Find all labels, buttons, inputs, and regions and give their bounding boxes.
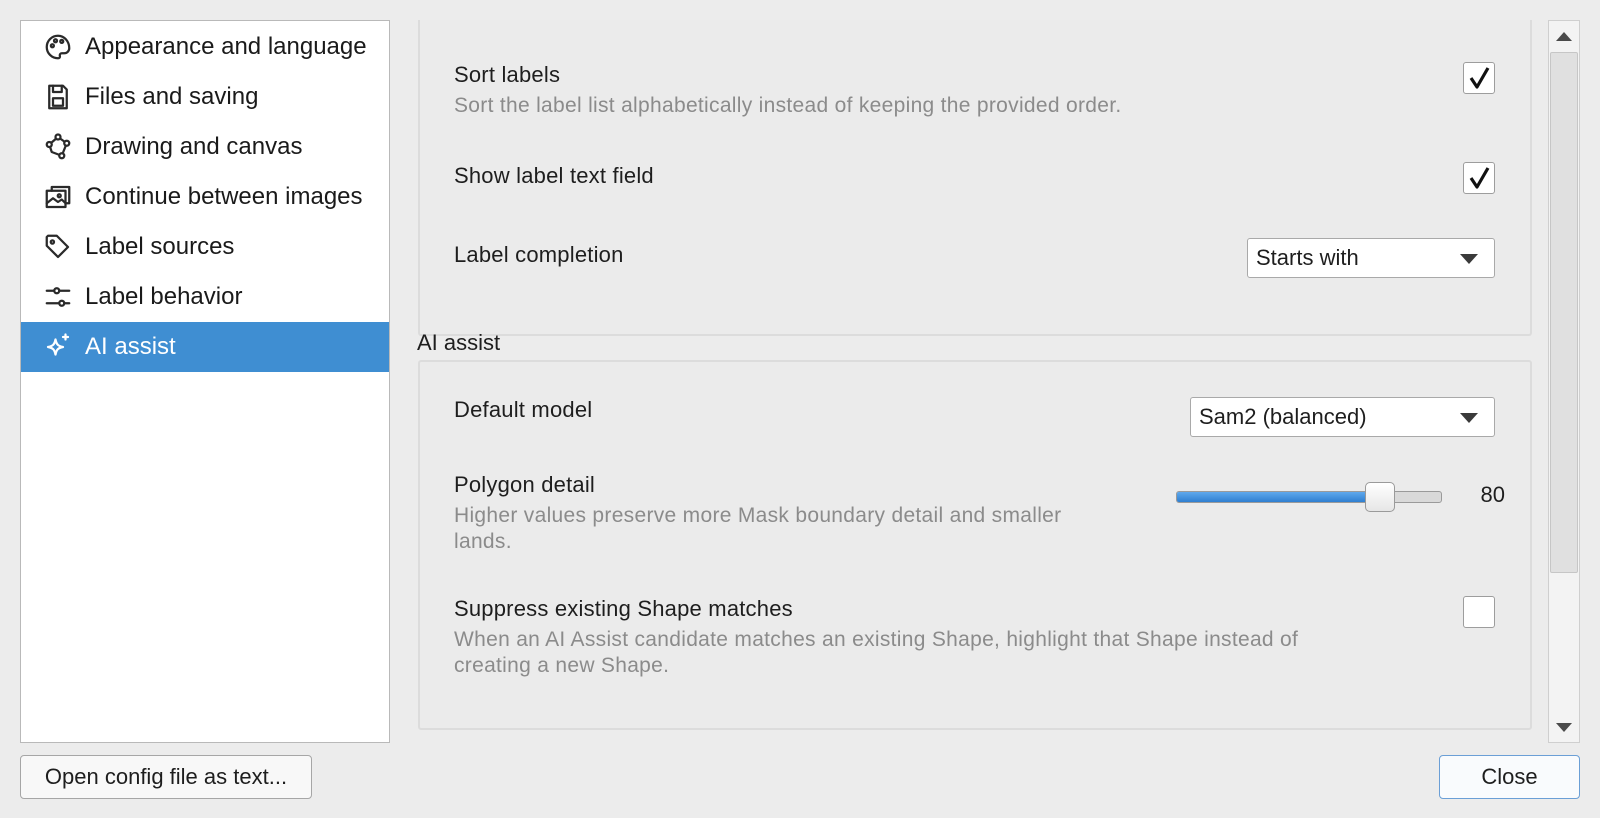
sort-labels-checkbox[interactable] <box>1463 62 1495 94</box>
sidebar-item-label-behavior[interactable]: Label behavior <box>21 272 389 322</box>
sidebar-item-label: Drawing and canvas <box>85 133 303 160</box>
sliders-icon <box>43 282 73 312</box>
default-model-label: Default model <box>454 397 593 422</box>
default-model-select[interactable]: Sam2 (balanced) <box>1190 397 1495 437</box>
polygon-detail-description: Higher values preserve more Mask boundar… <box>454 504 1062 527</box>
polygon-detail-slider-handle[interactable] <box>1364 482 1395 512</box>
sidebar-item-continue[interactable]: Continue between images <box>21 172 389 222</box>
arrow-up-icon <box>1556 31 1572 41</box>
open-config-button[interactable]: Open config file as text... <box>20 755 312 799</box>
sidebar-item-label: Appearance and language <box>85 33 367 60</box>
settings-content: Sort labels Sort the label list alphabet… <box>410 20 1537 743</box>
label-completion-select[interactable]: Starts with <box>1247 238 1495 278</box>
suppress-matches-label: Suppress existing Shape matches <box>454 596 793 621</box>
sort-labels-label: Sort labels <box>454 62 561 87</box>
polygon-detail-description-cont: lands. <box>454 530 512 553</box>
sidebar-item-label: Label behavior <box>85 283 243 310</box>
sidebar-item-label: Continue between images <box>85 183 363 210</box>
show-label-text-field-checkbox[interactable] <box>1463 162 1495 194</box>
ai-assist-group-title: AI assist <box>417 330 501 355</box>
checkmark-icon <box>1469 67 1490 89</box>
suppress-matches-checkbox[interactable] <box>1463 596 1495 628</box>
sidebar-item-label: Files and saving <box>85 83 259 110</box>
sidebar-item-label: Label sources <box>85 233 235 260</box>
settings-sidebar: Appearance and language Files and saving… <box>20 20 390 743</box>
label-completion-label: Label completion <box>454 242 624 267</box>
show-label-text-field-label: Show label text field <box>454 163 654 188</box>
tag-icon <box>43 232 73 262</box>
sidebar-item-ai-assist[interactable]: AI assist <box>21 322 389 372</box>
scroll-up-button[interactable] <box>1549 21 1579 51</box>
chevron-down-icon <box>1460 254 1478 264</box>
polygon-detail-slider-track[interactable] <box>1176 491 1442 503</box>
sidebar-item-appearance[interactable]: Appearance and language <box>21 22 389 72</box>
chevron-down-icon <box>1460 413 1478 423</box>
content-scrollbar[interactable] <box>1548 20 1580 743</box>
polygon-detail-slider-fill <box>1177 492 1381 502</box>
sidebar-item-files[interactable]: Files and saving <box>21 72 389 122</box>
default-model-value: Sam2 (balanced) <box>1199 404 1367 429</box>
save-icon <box>43 82 73 112</box>
palette-icon <box>43 32 73 62</box>
sidebar-item-drawing[interactable]: Drawing and canvas <box>21 122 389 172</box>
images-icon <box>43 182 73 212</box>
sparkle-icon <box>43 332 73 362</box>
suppress-matches-description-cont: creating a new Shape. <box>454 654 670 677</box>
polygon-detail-value: 80 <box>1480 482 1505 507</box>
polygon-detail-label: Polygon detail <box>454 472 596 497</box>
label-completion-value: Starts with <box>1256 245 1359 270</box>
sidebar-item-label-sources[interactable]: Label sources <box>21 222 389 272</box>
close-button[interactable]: Close <box>1439 755 1580 799</box>
sort-labels-description: Sort the label list alphabetically inste… <box>454 94 1122 117</box>
suppress-matches-description: When an AI Assist candidate matches an e… <box>454 628 1299 651</box>
sidebar-item-label: AI assist <box>85 333 176 360</box>
polygon-icon <box>43 132 73 162</box>
scroll-down-button[interactable] <box>1549 712 1579 742</box>
scroll-track[interactable] <box>1549 52 1579 712</box>
arrow-down-icon <box>1556 722 1572 732</box>
scroll-thumb[interactable] <box>1550 52 1578 573</box>
checkmark-icon <box>1469 167 1490 189</box>
